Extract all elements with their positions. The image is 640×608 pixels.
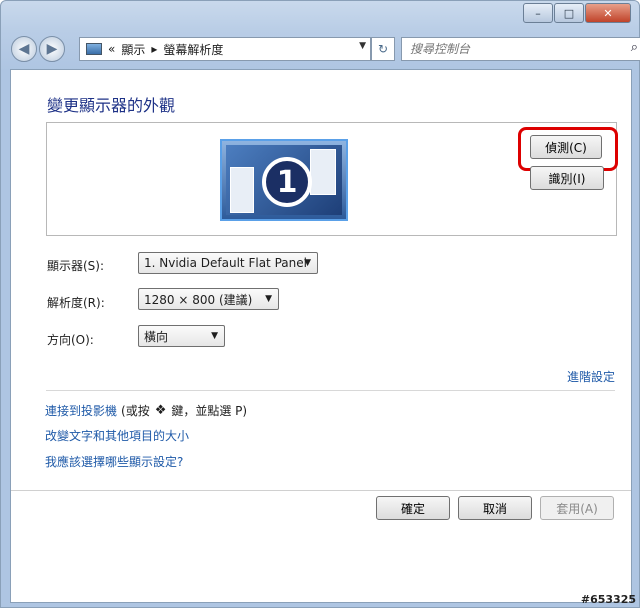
display-label: 顯示器(S): [47,259,105,273]
breadcrumb-arrow-icon[interactable]: ▸ [151,42,157,56]
breadcrumb-screen-resolution[interactable]: 螢幕解析度 [163,41,223,58]
apply-button[interactable]: 套用(A) [540,496,614,520]
display-select[interactable]: 1. Nvidia Default Flat Panel ▼ [138,252,318,274]
chevron-down-icon[interactable]: ▼ [359,41,366,51]
refresh-icon[interactable]: ↻ [371,37,395,61]
advanced-settings-link[interactable]: 進階設定 [567,368,615,385]
orientation-value: 橫向 [144,329,169,344]
maximize-button[interactable]: □ [554,3,584,23]
minimize-button[interactable]: – [523,3,553,23]
cancel-button[interactable]: 取消 [458,496,532,520]
navigation-bar: ◀ ▶ « 顯示 ▸ 螢幕解析度 ▼ ↻ ⌕ [9,35,640,63]
divider [46,390,615,391]
footer-divider [11,490,631,491]
window-thumbnail [230,167,254,213]
orientation-select[interactable]: 橫向 ▼ [138,325,225,347]
control-panel-window: – □ ✕ ◀ ▶ « 顯示 ▸ 螢幕解析度 ▼ ↻ ⌕ 變更顯示器的外觀 [0,0,640,608]
resolution-value: 1280 × 800 (建議) [144,292,253,307]
chevron-down-icon: ▼ [304,258,311,268]
breadcrumb-display[interactable]: 顯示 [121,41,145,58]
which-settings-link[interactable]: 我應該選擇哪些顯示設定? [45,453,183,470]
address-bar[interactable]: « 顯示 ▸ 螢幕解析度 ▼ [79,37,371,61]
chevron-down-icon: ▼ [265,294,272,304]
back-arrow-icon[interactable]: ◀ [11,36,37,62]
monitor-icon [86,43,102,55]
projector-hint-text-2: 鍵，並點選 P) [171,404,248,418]
orientation-label: 方向(O): [47,333,94,347]
title-bar: – □ ✕ [1,1,639,31]
ok-button[interactable]: 確定 [376,496,450,520]
monitor-number: 1 [262,157,312,207]
search-box[interactable]: ⌕ [401,37,640,61]
projector-hint-text: (或按 [121,404,150,418]
breadcrumb-overflow[interactable]: « [108,42,115,56]
forward-arrow-icon[interactable]: ▶ [39,36,65,62]
resolution-label: 解析度(R): [47,296,105,310]
window-thumbnail [310,149,336,195]
search-icon[interactable]: ⌕ [631,40,638,55]
windows-key-icon: ❖ [154,403,167,418]
monitor-1-preview[interactable]: 1 [220,139,348,221]
page-title: 變更顯示器的外觀 [47,96,176,115]
connect-projector-link[interactable]: 連接到投影機 [45,402,117,419]
search-input[interactable] [408,41,612,57]
display-value: 1. Nvidia Default Flat Panel [144,256,307,270]
monitor-screen: 1 [226,145,342,215]
window-controls: – □ ✕ [522,3,631,23]
main-content: 變更顯示器的外觀 1 偵測(C) 識別(I) 顯示器(S): 1. Nvidia… [10,69,632,603]
watermark: #653325 [580,593,636,606]
identify-button[interactable]: 識別(I) [530,166,604,190]
text-size-link[interactable]: 改變文字和其他項目的大小 [45,427,189,444]
close-button[interactable]: ✕ [585,3,631,23]
display-preview: 1 偵測(C) 識別(I) [46,122,618,236]
projector-row: 連接到投影機 (或按 ❖ 鍵，並點選 P) [45,402,247,419]
detect-button[interactable]: 偵測(C) [530,135,602,159]
chevron-down-icon: ▼ [211,331,218,341]
resolution-select[interactable]: 1280 × 800 (建議) ▼ [138,288,279,310]
